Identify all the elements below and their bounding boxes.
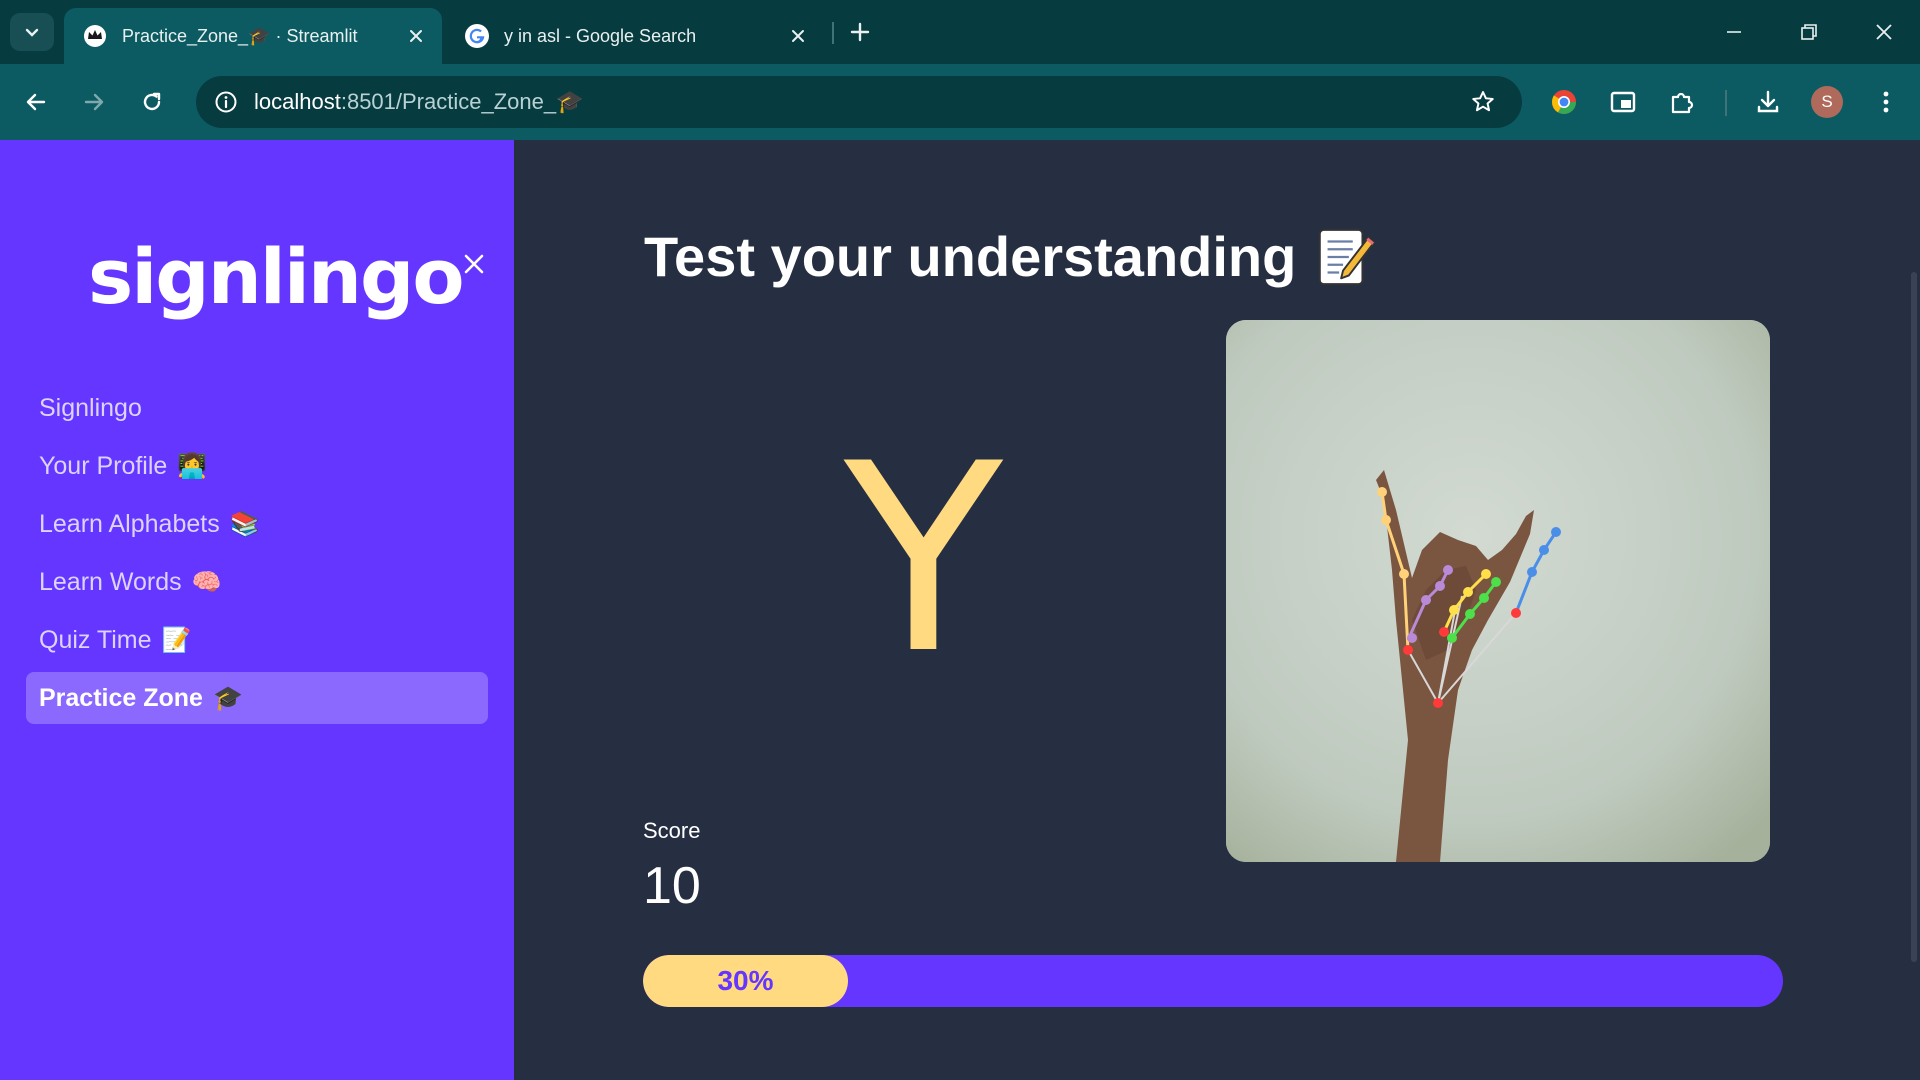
score-label: Score (643, 818, 701, 843)
forward-button[interactable] (74, 82, 114, 122)
url-host: localhost (254, 89, 341, 114)
progress-label: 30% (717, 965, 774, 996)
tab-title: Practice_Zone_🎓 · Streamlit (122, 25, 358, 46)
bookmark-star-icon[interactable] (1466, 85, 1500, 119)
sidebar-item-label: Practice Zone (39, 683, 203, 712)
minimize-icon (1727, 31, 1741, 33)
books-icon: 📚 (229, 510, 260, 538)
url-text[interactable]: localhost:8501/Practice_Zone_🎓 (254, 89, 584, 115)
score-value: 10 (643, 857, 701, 915)
restore-button[interactable] (1779, 0, 1839, 64)
memo-icon: 📝 (161, 626, 192, 654)
sidebar-item-learn-alphabets[interactable]: Learn Alphabets 📚 (26, 498, 488, 550)
restore-icon (1801, 24, 1817, 40)
chevron-down-icon (25, 28, 39, 37)
browser-tab-strip: Practice_Zone_🎓 · Streamlit y in asl - G… (0, 0, 1920, 64)
sidebar-item-signlingo[interactable]: Signlingo (26, 382, 488, 434)
google-icon (464, 23, 490, 49)
target-letter: Y (844, 409, 1003, 711)
back-button[interactable] (16, 82, 56, 122)
tab-title: y in asl - Google Search (504, 25, 697, 46)
technologist-icon: 👩‍💻 (177, 452, 208, 480)
close-icon (1876, 24, 1892, 40)
arrow-left-icon (26, 93, 46, 111)
close-icon[interactable] (786, 24, 810, 48)
page-title: Test your understanding (644, 224, 1376, 289)
new-tab-button[interactable] (842, 14, 878, 50)
kebab-menu-icon[interactable] (1868, 84, 1904, 120)
sidebar-item-practice-zone[interactable]: Practice Zone 🎓 (26, 672, 488, 724)
graduation-cap-icon: 🎓 (212, 684, 243, 712)
tab-practice-zone[interactable]: Practice_Zone_🎓 · Streamlit (64, 8, 442, 64)
reload-button[interactable] (132, 82, 172, 122)
address-bar[interactable]: localhost:8501/Practice_Zone_🎓 (196, 76, 1522, 128)
download-icon[interactable] (1750, 84, 1786, 120)
toolbar-divider (1725, 90, 1727, 116)
tab-search-button[interactable] (10, 13, 54, 51)
webcam-feed (1226, 320, 1770, 862)
sidebar-item-label: Learn Words (39, 567, 182, 596)
browser-toolbar: localhost:8501/Practice_Zone_🎓 (0, 64, 1920, 140)
window-close-button[interactable] (1854, 0, 1914, 64)
sidebar-item-label: Signlingo (39, 393, 142, 422)
tab-separator (832, 22, 834, 44)
sidebar: signlingo Signlingo Your Profile 👩‍💻 Lea… (0, 140, 514, 1080)
page-title-text: Test your understanding (644, 225, 1297, 288)
streamlit-crown-icon (82, 23, 108, 49)
main-content: Test your understanding Y Score 10 30% (514, 140, 1920, 1080)
sidebar-item-label: Quiz Time (39, 625, 152, 654)
minimize-button[interactable] (1704, 0, 1764, 64)
sidebar-close-button[interactable] (456, 246, 492, 282)
extensions-puzzle-icon[interactable] (1664, 84, 1700, 120)
sidebar-item-quiz-time[interactable]: Quiz Time 📝 (26, 614, 488, 666)
profile-avatar[interactable]: S (1811, 86, 1843, 118)
app-logo: signlingo (88, 232, 465, 321)
progress-bar: 30% (643, 955, 1783, 1007)
close-icon (464, 254, 484, 274)
memo-icon (1319, 228, 1376, 285)
sidebar-item-learn-words[interactable]: Learn Words 🧠 (26, 556, 488, 608)
scrollbar[interactable] (1911, 272, 1917, 962)
sidebar-item-your-profile[interactable]: Your Profile 👩‍💻 (26, 440, 488, 492)
arrow-right-icon (84, 93, 104, 111)
url-path: :8501/Practice_Zone_🎓 (340, 89, 584, 114)
sidebar-item-label: Learn Alphabets (39, 509, 220, 538)
sidebar-nav: Signlingo Your Profile 👩‍💻 Learn Alphabe… (26, 382, 488, 730)
picture-in-picture-icon[interactable] (1605, 84, 1641, 120)
brain-icon: 🧠 (191, 568, 222, 596)
progress-fill: 30% (643, 955, 848, 1007)
sidebar-item-label: Your Profile (39, 451, 168, 480)
tab-google-search[interactable]: y in asl - Google Search (446, 8, 824, 64)
plus-icon (850, 22, 870, 42)
chrome-extension-icon[interactable] (1546, 84, 1582, 120)
close-icon[interactable] (404, 24, 428, 48)
reload-icon (143, 92, 161, 111)
site-info-icon[interactable] (208, 84, 244, 120)
